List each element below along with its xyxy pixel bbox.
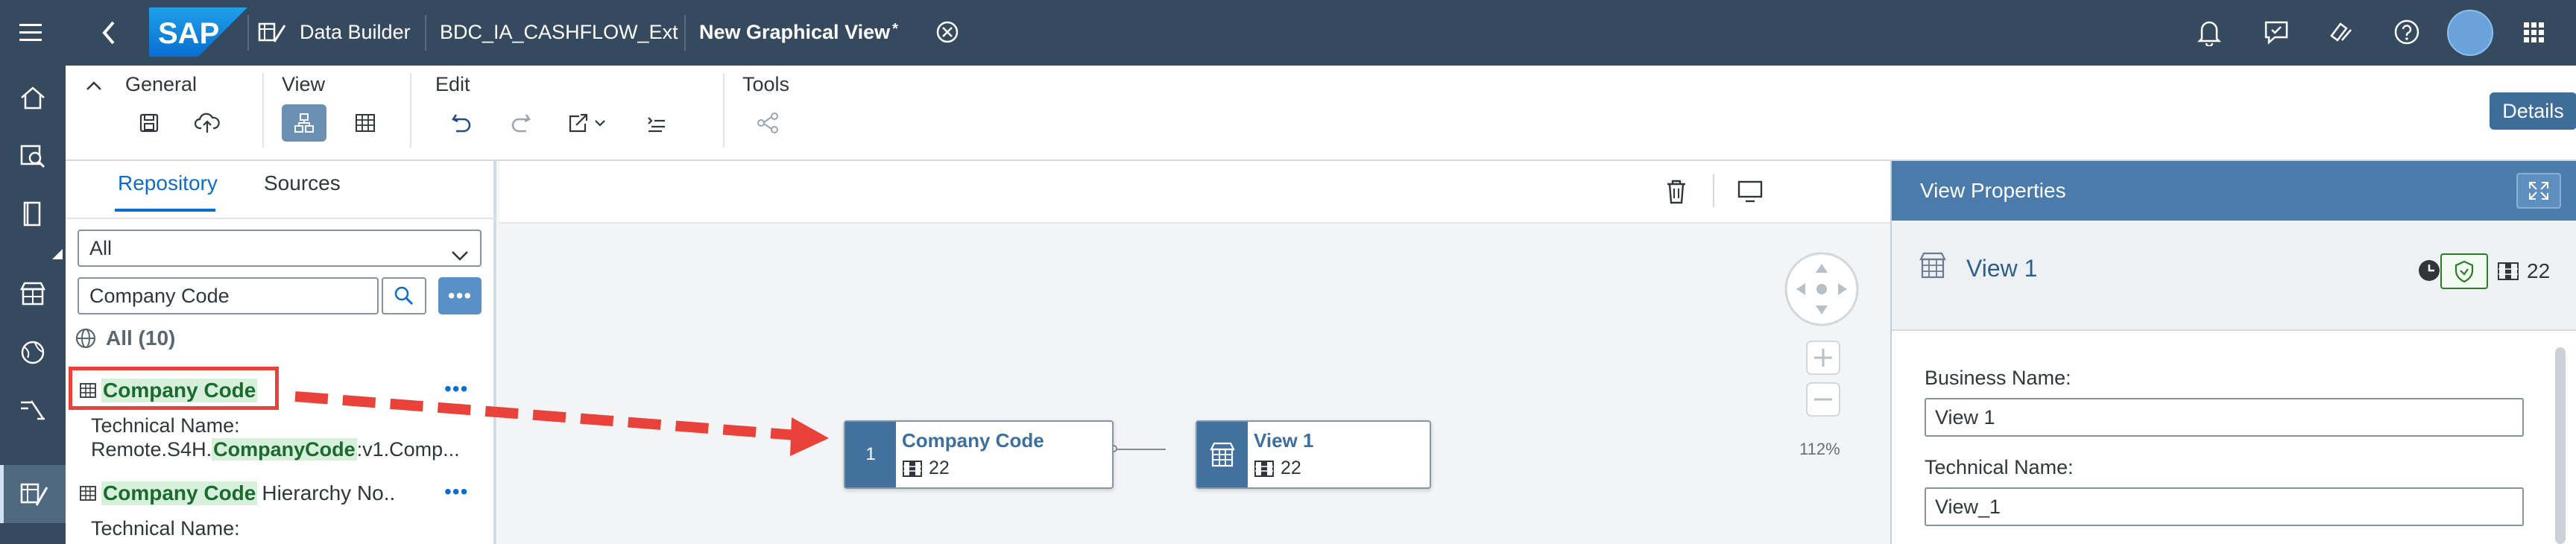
node-title: View 1 (1254, 429, 1314, 452)
columns-icon (903, 460, 922, 477)
technical-name-field[interactable]: View_1 (1925, 487, 2524, 526)
business-name-field[interactable]: View 1 (1925, 398, 2524, 437)
clock-icon (2416, 258, 2442, 287)
help-icon[interactable] (2393, 18, 2421, 50)
object-name: View 1 (1966, 255, 2038, 282)
view-icon (1197, 422, 1248, 487)
annotation-arrow (294, 391, 829, 456)
properties-title: View Properties (1920, 179, 2066, 202)
pan-control[interactable] (1783, 250, 1860, 332)
zoom-out-icon[interactable] (1805, 382, 1841, 421)
properties-panel: View Properties View 1 22 Business Name:… (1890, 161, 2576, 544)
feedback-icon[interactable] (2263, 18, 2291, 50)
node-column-count: 22 (1254, 458, 1301, 479)
node-connector (1114, 449, 1166, 450)
node-view-1[interactable]: View 1 22 (1196, 420, 1431, 489)
columns-icon (2497, 261, 2519, 285)
app-grid-icon[interactable] (2522, 21, 2546, 48)
bell-icon[interactable] (2197, 18, 2222, 50)
columns-icon (1254, 460, 1274, 477)
trash-icon[interactable] (1664, 177, 1689, 209)
node-column-count: 22 (902, 458, 950, 479)
technical-name-label: Technical Name: (1925, 456, 2074, 478)
shield-icon[interactable] (2440, 253, 2488, 289)
monitor-icon[interactable] (1737, 179, 1764, 208)
details-button[interactable]: Details (2490, 92, 2576, 130)
close-tab-icon[interactable] (935, 19, 960, 48)
expand-icon[interactable] (2516, 173, 2561, 209)
business-name-label: Business Name: (1925, 367, 2071, 389)
object-header: View 1 22 (1892, 221, 2576, 331)
support-icon[interactable] (2327, 18, 2355, 50)
zoom-level: 112% (1799, 440, 1840, 458)
avatar[interactable] (2446, 9, 2494, 60)
node-title: Company Code (902, 429, 1044, 452)
view-icon (1917, 250, 1948, 284)
column-count: 22 (2527, 259, 2551, 282)
zoom-in-icon[interactable] (1805, 340, 1841, 379)
properties-header: View Properties (1892, 161, 2576, 221)
scrollbar[interactable] (2555, 347, 2566, 544)
